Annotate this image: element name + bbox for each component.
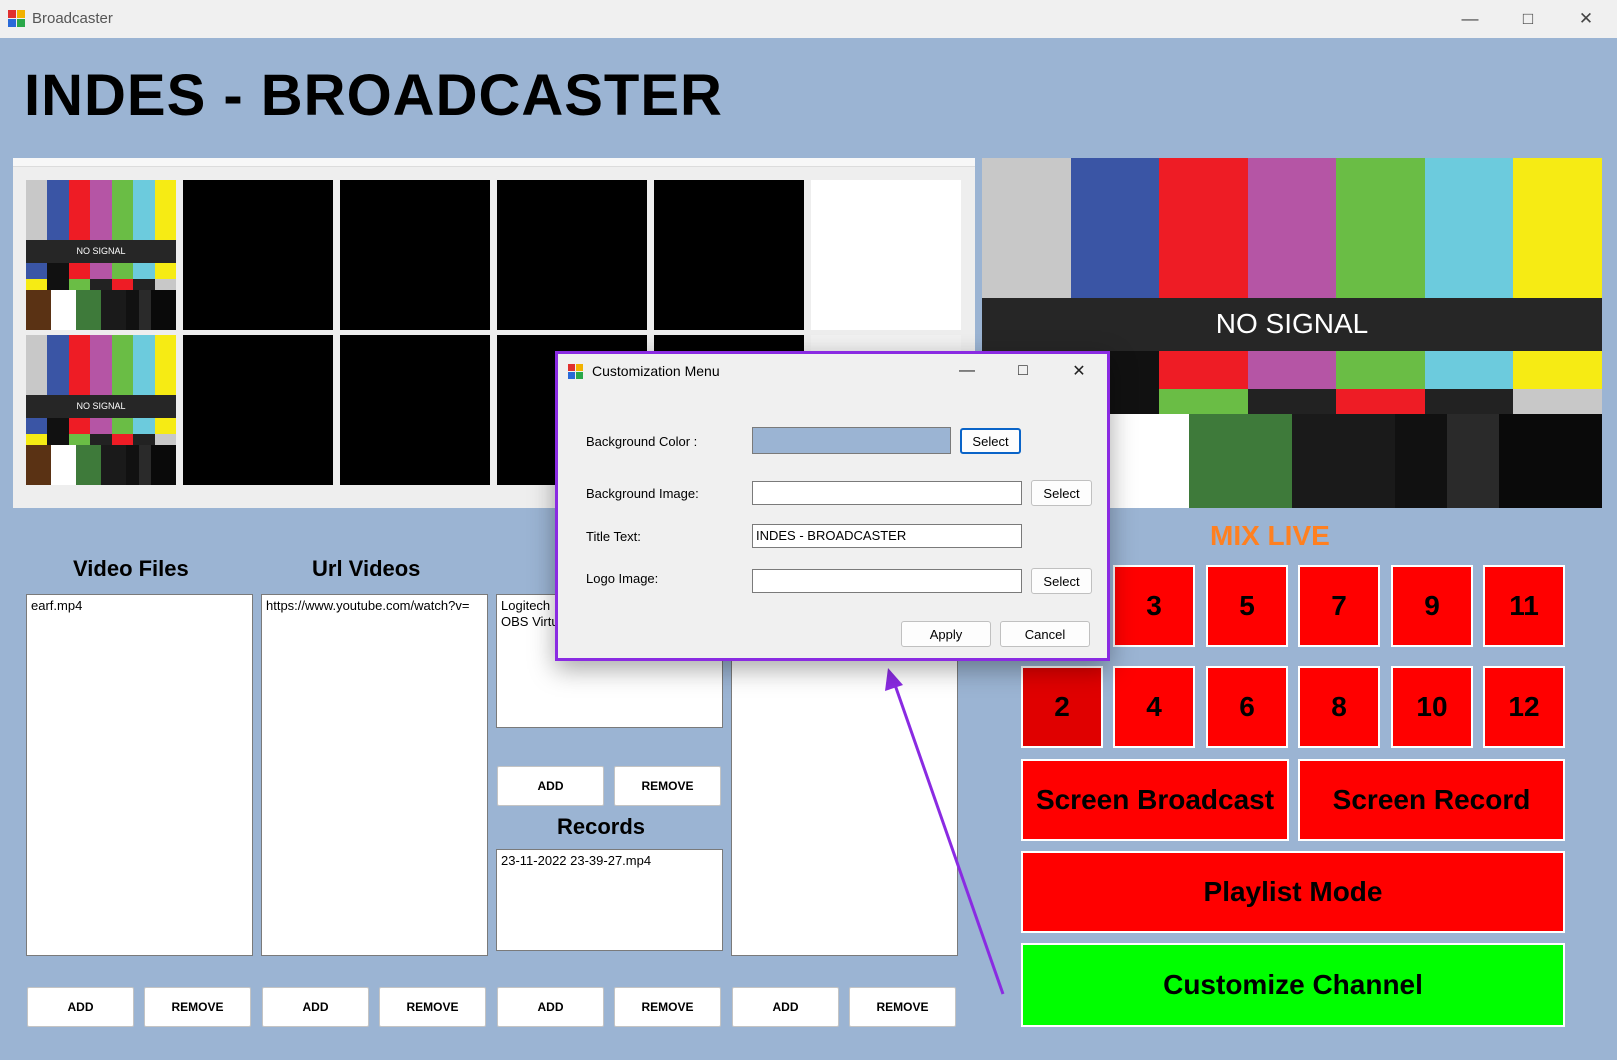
test-pattern: NO SIGNAL [26, 180, 176, 330]
records-remove-button[interactable]: REMOVE [614, 987, 721, 1027]
background-color-select-button[interactable]: Select [960, 428, 1021, 454]
channel-11-button[interactable]: 11 [1483, 565, 1565, 647]
source-thumb-3[interactable] [340, 180, 490, 330]
channel-8-button[interactable]: 8 [1298, 666, 1380, 748]
customize-channel-button[interactable]: Customize Channel [1021, 943, 1565, 1027]
channel-10-button[interactable]: 10 [1391, 666, 1473, 748]
apply-button[interactable]: Apply [901, 621, 991, 647]
page-title: INDES - BROADCASTER [24, 63, 723, 128]
dialog-minimize-icon[interactable]: — [939, 354, 995, 388]
channel-4-button[interactable]: 4 [1113, 666, 1195, 748]
background-color-label: Background Color : [586, 434, 698, 449]
close-icon[interactable]: ✕ [1557, 0, 1615, 38]
background-image-label: Background Image: [586, 486, 699, 501]
customization-dialog: Customization Menu — □ ✕ Background Colo… [555, 351, 1110, 661]
screen-record-button[interactable]: Screen Record [1298, 759, 1565, 841]
broadcaster-window: Broadcaster — □ ✕ INDES - BROADCASTER NO… [0, 0, 1617, 1060]
records-add-button[interactable]: ADD [497, 987, 604, 1027]
channel-5-button[interactable]: 5 [1206, 565, 1288, 647]
background-image-field[interactable] [752, 481, 1022, 505]
source-thumb-6[interactable] [811, 180, 961, 330]
screen-broadcast-button[interactable]: Screen Broadcast [1021, 759, 1289, 841]
window-title: Broadcaster [32, 10, 113, 27]
logo-image-select-button[interactable]: Select [1031, 568, 1092, 594]
channel-9-button[interactable]: 9 [1391, 565, 1473, 647]
list-item[interactable]: 23-11-2022 23-39-27.mp4 [501, 853, 718, 869]
no-signal-label: NO SIGNAL [26, 240, 176, 263]
dialog-app-icon [568, 364, 584, 380]
url-videos-title: Url Videos [312, 556, 421, 581]
maximize-icon[interactable]: □ [1499, 0, 1557, 38]
list-item[interactable]: earf.mp4 [31, 598, 248, 614]
list-item[interactable]: https://www.youtube.com/watch?v= [266, 598, 483, 614]
no-signal-label: NO SIGNAL [982, 298, 1602, 351]
video-files-title: Video Files [73, 556, 189, 581]
video-files-remove-button[interactable]: REMOVE [144, 987, 251, 1027]
channel-2-button[interactable]: 2 [1021, 666, 1103, 748]
playlist-add-button[interactable]: ADD [732, 987, 839, 1027]
playlist-mode-button[interactable]: Playlist Mode [1021, 851, 1565, 933]
source-thumb-9[interactable] [340, 335, 490, 485]
dialog-titlebar: Customization Menu — □ ✕ [558, 354, 1107, 388]
source-thumb-5[interactable] [654, 180, 804, 330]
window-titlebar: Broadcaster — □ ✕ [0, 0, 1617, 39]
url-videos-add-button[interactable]: ADD [262, 987, 369, 1027]
channel-12-button[interactable]: 12 [1483, 666, 1565, 748]
channel-3-button[interactable]: 3 [1113, 565, 1195, 647]
channel-7-button[interactable]: 7 [1298, 565, 1380, 647]
source-thumb-7[interactable]: NO SIGNAL [26, 335, 176, 485]
cancel-button[interactable]: Cancel [1000, 621, 1090, 647]
dialog-close-icon[interactable]: ✕ [1051, 354, 1107, 388]
cameras-remove-button[interactable]: REMOVE [614, 766, 721, 806]
logo-image-label: Logo Image: [586, 571, 659, 586]
dialog-maximize-icon[interactable]: □ [995, 354, 1051, 388]
source-thumb-4[interactable] [497, 180, 647, 330]
background-image-select-button[interactable]: Select [1031, 480, 1092, 506]
source-thumb-2[interactable] [183, 180, 333, 330]
source-thumb-8[interactable] [183, 335, 333, 485]
url-videos-list[interactable]: https://www.youtube.com/watch?v= [261, 594, 488, 956]
background-color-swatch [752, 427, 951, 454]
dialog-title: Customization Menu [592, 363, 720, 379]
records-title: Records [557, 814, 646, 839]
video-files-add-button[interactable]: ADD [27, 987, 134, 1027]
cameras-add-button[interactable]: ADD [497, 766, 604, 806]
minimize-icon[interactable]: — [1441, 0, 1499, 38]
video-files-list[interactable]: earf.mp4 [26, 594, 253, 956]
title-text-field[interactable]: INDES - BROADCASTER [752, 524, 1022, 548]
url-videos-remove-button[interactable]: REMOVE [379, 987, 486, 1027]
source-thumb-1[interactable]: NO SIGNAL [26, 180, 176, 330]
title-text-label: Title Text: [586, 529, 641, 544]
app-icon [8, 10, 25, 27]
test-pattern: NO SIGNAL [26, 335, 176, 485]
no-signal-label: NO SIGNAL [26, 395, 176, 418]
mix-live-title: MIX LIVE [1210, 520, 1330, 551]
panel-divider [13, 158, 975, 167]
records-list[interactable]: 23-11-2022 23-39-27.mp4 [496, 849, 723, 951]
logo-image-field[interactable] [752, 569, 1022, 593]
channel-6-button[interactable]: 6 [1206, 666, 1288, 748]
playlist-remove-button[interactable]: REMOVE [849, 987, 956, 1027]
